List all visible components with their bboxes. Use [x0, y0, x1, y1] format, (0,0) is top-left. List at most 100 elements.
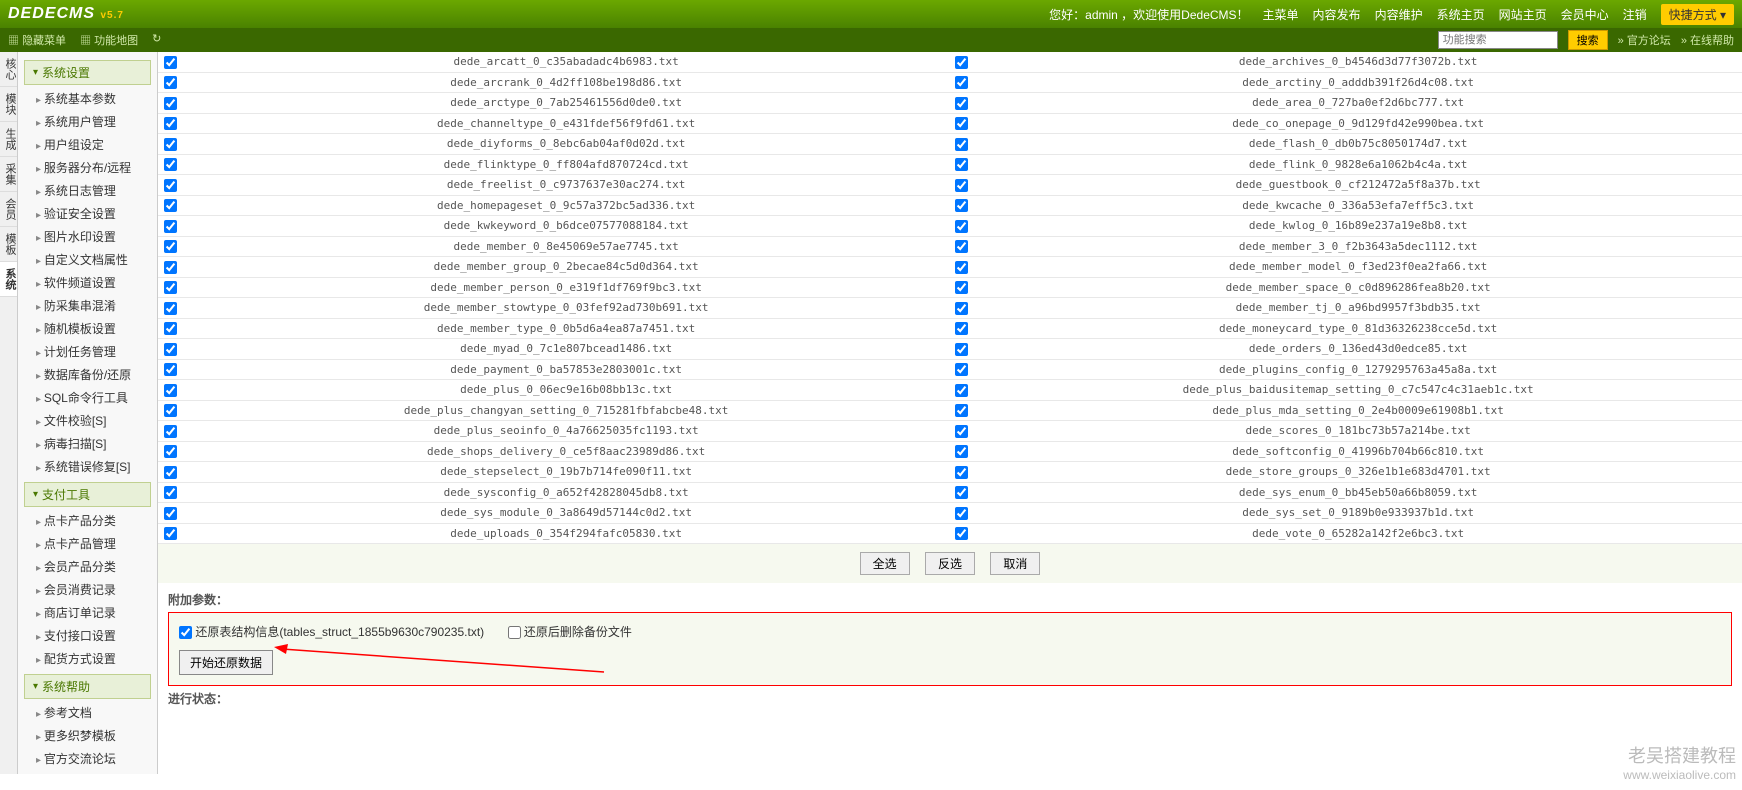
- file-checkbox[interactable]: [164, 76, 177, 89]
- sidebar-item[interactable]: 数据库备份/还原: [18, 363, 157, 386]
- vtab-6[interactable]: 系统: [0, 262, 17, 297]
- sidebar-item[interactable]: 官方交流论坛: [18, 747, 157, 770]
- file-checkbox[interactable]: [164, 117, 177, 130]
- sidebar-item[interactable]: 文件校验[S]: [18, 409, 157, 432]
- hide-menu[interactable]: ▦ 隐藏菜单: [8, 32, 66, 48]
- delete-after-checkbox[interactable]: [508, 626, 521, 639]
- sidebar-item[interactable]: 系统日志管理: [18, 179, 157, 202]
- file-checkbox[interactable]: [955, 343, 968, 356]
- help-link[interactable]: » 在线帮助: [1681, 32, 1734, 48]
- nav-maintain[interactable]: 内容维护: [1375, 6, 1423, 23]
- refresh-icon[interactable]: ↻: [152, 32, 161, 48]
- sidebar-item[interactable]: 图片水印设置: [18, 225, 157, 248]
- file-checkbox[interactable]: [164, 302, 177, 315]
- vtab-3[interactable]: 采集: [0, 157, 17, 192]
- file-checkbox[interactable]: [955, 138, 968, 151]
- file-checkbox[interactable]: [164, 486, 177, 499]
- file-checkbox[interactable]: [955, 261, 968, 274]
- sidebar-item[interactable]: 参考文档: [18, 701, 157, 724]
- file-checkbox[interactable]: [164, 384, 177, 397]
- file-checkbox[interactable]: [164, 220, 177, 233]
- file-checkbox[interactable]: [955, 404, 968, 417]
- file-checkbox[interactable]: [164, 179, 177, 192]
- sidebar-item[interactable]: 点卡产品分类: [18, 509, 157, 532]
- sidebar-item[interactable]: 点卡产品管理: [18, 532, 157, 555]
- nav-publish[interactable]: 内容发布: [1313, 6, 1361, 23]
- file-checkbox[interactable]: [164, 158, 177, 171]
- file-checkbox[interactable]: [164, 445, 177, 458]
- sidebar-item[interactable]: 验证安全设置: [18, 202, 157, 225]
- sidebar-item[interactable]: 商店订单记录: [18, 601, 157, 624]
- file-checkbox[interactable]: [164, 404, 177, 417]
- file-checkbox[interactable]: [955, 527, 968, 540]
- vtab-0[interactable]: 核心: [0, 52, 17, 87]
- sidebar-item[interactable]: 系统用户管理: [18, 110, 157, 133]
- file-checkbox[interactable]: [955, 56, 968, 69]
- vtab-5[interactable]: 模板: [0, 227, 17, 262]
- sidebar-item[interactable]: 计划任务管理: [18, 340, 157, 363]
- file-checkbox[interactable]: [955, 117, 968, 130]
- file-checkbox[interactable]: [164, 527, 177, 540]
- sidebar-item[interactable]: 随机模板设置: [18, 317, 157, 340]
- file-checkbox[interactable]: [955, 445, 968, 458]
- file-checkbox[interactable]: [955, 322, 968, 335]
- search-input[interactable]: [1438, 31, 1558, 49]
- file-checkbox[interactable]: [164, 363, 177, 376]
- sidebar-group-header[interactable]: 支付工具: [24, 482, 151, 507]
- file-checkbox[interactable]: [164, 322, 177, 335]
- file-checkbox[interactable]: [955, 486, 968, 499]
- sidebar-item[interactable]: 用户组设定: [18, 133, 157, 156]
- sidebar-item[interactable]: 软件频道设置: [18, 271, 157, 294]
- nav-member[interactable]: 会员中心: [1561, 6, 1609, 23]
- vtab-2[interactable]: 生成: [0, 122, 17, 157]
- select-all-button[interactable]: 全选: [860, 552, 910, 575]
- file-checkbox[interactable]: [164, 138, 177, 151]
- vtab-1[interactable]: 模块: [0, 87, 17, 122]
- file-checkbox[interactable]: [164, 507, 177, 520]
- file-checkbox[interactable]: [164, 261, 177, 274]
- forum-link[interactable]: » 官方论坛: [1618, 32, 1671, 48]
- file-checkbox[interactable]: [164, 343, 177, 356]
- sidebar-group-header[interactable]: 系统设置: [24, 60, 151, 85]
- nav-logout[interactable]: 注销: [1623, 6, 1647, 23]
- sidebar-item[interactable]: 病毒扫描[S]: [18, 432, 157, 455]
- file-checkbox[interactable]: [164, 281, 177, 294]
- file-checkbox[interactable]: [955, 466, 968, 479]
- start-restore-button[interactable]: 开始还原数据: [179, 650, 273, 675]
- file-checkbox[interactable]: [164, 425, 177, 438]
- restore-struct-option[interactable]: 还原表结构信息(tables_struct_1855b9630c790235.t…: [179, 625, 484, 639]
- sidebar-item[interactable]: 系统错误修复[S]: [18, 455, 157, 478]
- sidebar-item[interactable]: 配货方式设置: [18, 647, 157, 670]
- file-checkbox[interactable]: [955, 199, 968, 212]
- file-checkbox[interactable]: [955, 220, 968, 233]
- sidebar-item[interactable]: 会员消费记录: [18, 578, 157, 601]
- sidebar-item[interactable]: 更多织梦模板: [18, 724, 157, 747]
- quick-menu[interactable]: 快捷方式 ▾: [1661, 4, 1734, 25]
- search-button[interactable]: 搜索: [1568, 30, 1608, 50]
- file-checkbox[interactable]: [164, 56, 177, 69]
- file-checkbox[interactable]: [164, 240, 177, 253]
- delete-after-option[interactable]: 还原后删除备份文件: [508, 625, 632, 639]
- vtab-4[interactable]: 会员: [0, 192, 17, 227]
- file-checkbox[interactable]: [164, 97, 177, 110]
- nav-main[interactable]: 主菜单: [1263, 6, 1299, 23]
- sidebar-item[interactable]: 服务器分布/远程: [18, 156, 157, 179]
- file-checkbox[interactable]: [955, 76, 968, 89]
- sidebar-item[interactable]: 系统基本参数: [18, 87, 157, 110]
- sidebar-item[interactable]: 支付接口设置: [18, 624, 157, 647]
- file-checkbox[interactable]: [955, 281, 968, 294]
- file-checkbox[interactable]: [955, 363, 968, 376]
- file-checkbox[interactable]: [164, 466, 177, 479]
- sidebar-item[interactable]: SQL命令行工具: [18, 386, 157, 409]
- sidebar-group-header[interactable]: 系统帮助: [24, 674, 151, 699]
- file-checkbox[interactable]: [955, 158, 968, 171]
- nav-syshome[interactable]: 系统主页: [1437, 6, 1485, 23]
- file-checkbox[interactable]: [955, 425, 968, 438]
- sidebar-item[interactable]: 自定义文档属性: [18, 248, 157, 271]
- function-map[interactable]: ▦ 功能地图: [80, 32, 138, 48]
- sidebar-item[interactable]: 会员产品分类: [18, 555, 157, 578]
- file-checkbox[interactable]: [164, 199, 177, 212]
- nav-sitehome[interactable]: 网站主页: [1499, 6, 1547, 23]
- restore-struct-checkbox[interactable]: [179, 626, 192, 639]
- sidebar-item[interactable]: 防采集串混淆: [18, 294, 157, 317]
